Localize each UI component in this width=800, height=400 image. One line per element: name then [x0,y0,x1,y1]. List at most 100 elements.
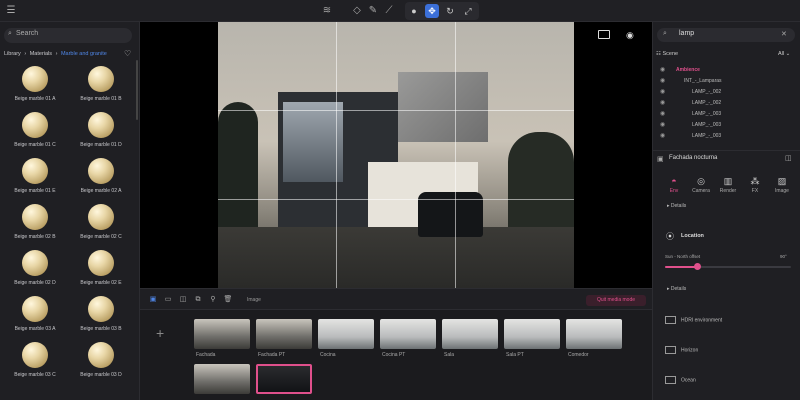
material-label: Beige marble 03 A [14,326,56,332]
slider-handle[interactable] [693,263,701,270]
visibility-icon[interactable]: ◉ [660,76,665,86]
material-item[interactable]: Beige marble 03 A [4,294,66,340]
material-item[interactable]: Beige marble 02 C [70,202,132,248]
environment-icon [665,376,676,384]
scene-tree-item[interactable]: ◉ Ambience [656,65,796,75]
shot-preview [194,319,250,349]
scene-tree-item[interactable]: ◉ INT_-_Lamparas [656,76,796,86]
shot-label: Cocina [320,352,336,358]
tag-icon[interactable]: ◇ [350,4,364,18]
visibility-icon[interactable]: ◉ [660,65,665,75]
material-item[interactable]: Beige marble 02 B [4,202,66,248]
environment-row[interactable]: Ocean [665,376,696,384]
shot-thumbnail[interactable]: Fachada [194,319,250,359]
search-icon: ⌕ [663,30,667,37]
render-preview[interactable] [218,22,574,288]
frame-icon[interactable] [598,30,610,39]
material-item[interactable]: Beige marble 01 C [4,110,66,156]
media-toolbar: ▣ ▭ ◫ ⧉ ⚲ 🗑 Image Quit media mode [140,288,652,310]
rotate-tool-icon[interactable]: ↻ [443,4,457,18]
environment-icon [665,346,676,354]
image-mode-icon[interactable]: ▣ [148,295,158,305]
shot-thumbnail[interactable]: Sala [442,319,498,359]
select-tool-icon[interactable]: ● [407,4,421,18]
material-item[interactable]: Beige marble 02 E [70,248,132,294]
sun-offset-slider[interactable] [665,266,791,268]
move-tool-icon[interactable]: ✥ [425,4,439,18]
visibility-icon[interactable]: ◉ [660,120,665,130]
material-item[interactable]: Beige marble 01 A [4,64,66,110]
visibility-icon[interactable]: ◉ [660,109,665,119]
visibility-icon[interactable]: ◉ [660,98,665,108]
location-pin-icon: ⦿ [666,232,674,241]
menu-icon[interactable]: ☰ [4,4,18,18]
material-label: Beige marble 03 C [14,372,56,378]
shot-thumbnail[interactable]: Cocina PT [380,319,436,359]
add-shot-icon[interactable]: + [156,325,164,341]
scene-tree-item[interactable]: ◉ LAMP_-_003 [656,120,796,130]
eye-icon[interactable]: ◉ [626,30,634,41]
tab-render[interactable]: ▥ Render [715,176,741,198]
tab-fx[interactable]: ⁂ FX [742,176,768,198]
material-item[interactable]: Beige marble 03 D [70,340,132,386]
details-toggle[interactable]: ▸ Details [667,286,686,292]
quit-media-mode-button[interactable]: Quit media mode [586,295,646,306]
shot-thumbnail[interactable] [256,364,312,400]
environment-row[interactable]: HDRI environment [665,316,722,324]
material-item[interactable]: Beige marble 03 C [4,340,66,386]
grid-line [218,110,574,111]
scene-search-input[interactable]: ⌕ lamp ✕ [657,28,795,42]
material-item[interactable]: Beige marble 01 D [70,110,132,156]
eyedropper-icon[interactable]: ⟋ [382,4,396,18]
shot-thumbnail[interactable] [194,364,250,400]
scene-tree-item[interactable]: ◉ LAMP_-_002 [656,98,796,108]
favorite-icon[interactable]: ♡ [124,49,131,58]
tab-camera[interactable]: ◎ Camera [688,176,714,198]
shot-thumbnail[interactable]: Comedor [566,319,622,359]
sequence-icon[interactable]: ⧉ [193,295,203,305]
visibility-icon[interactable]: ◉ [660,131,665,141]
scale-tool-icon[interactable]: ⤢ [461,4,475,18]
breadcrumb: Library › Materials › Marble and granite [4,51,109,57]
split-view-icon[interactable]: ◫ [785,154,792,162]
details-toggle[interactable]: ▸ Details [667,203,686,209]
material-label: Beige marble 01 B [80,96,122,102]
layers-icon[interactable]: ≋ [320,4,334,18]
visibility-icon[interactable]: ◉ [660,87,665,97]
shot-thumbnail[interactable]: Cocina [318,319,374,359]
video-mode-icon[interactable]: ▭ [163,295,173,305]
library-scrollbar[interactable] [136,60,138,120]
shot-thumbnail[interactable]: Sala PT [504,319,560,359]
material-item[interactable]: Beige marble 02 A [70,156,132,202]
shot-thumbnail[interactable]: Fachada PT [256,319,312,359]
brush-icon[interactable]: ✎ [366,4,380,18]
scene-tree-item[interactable]: ◉ LAMP_-_002 [656,87,796,97]
search-input[interactable]: ⌕ Search [4,28,132,43]
scene-filter-dropdown[interactable]: All ⌄ [778,51,790,57]
clear-search-icon[interactable]: ✕ [781,30,787,38]
tab-env[interactable]: ◓ Env [661,176,687,198]
crumb-materials[interactable]: Materials [30,51,52,57]
material-item[interactable]: Beige marble 01 B [70,64,132,110]
scene-tree-item[interactable]: ◉ LAMP_-_003 [656,109,796,119]
delete-icon[interactable]: 🗑 [223,295,233,305]
material-preview [22,342,48,368]
scene-tree-label: Ambience [676,67,700,73]
crumb-library[interactable]: Library [4,51,21,57]
material-item[interactable]: Beige marble 01 E [4,156,66,202]
tab-label: Render [719,188,737,194]
tab-image[interactable]: ▨ Image [769,176,795,198]
tab-icon: ◓ [671,176,677,186]
shot-label: Sala PT [506,352,524,358]
shot-label: Comedor [568,352,589,358]
walk-icon[interactable]: ⚲ [208,295,218,305]
shot-label: Fachada [196,352,216,358]
environment-label: HDRI environment [681,317,723,324]
scene-tree-item[interactable]: ◉ LAMP_-_003 [656,131,796,141]
material-label: Beige marble 02 D [14,280,56,286]
environment-row[interactable]: Horizon [665,346,698,354]
panorama-mode-icon[interactable]: ◫ [178,295,188,305]
crumb-marble-and-granite[interactable]: Marble and granite [61,51,107,57]
material-item[interactable]: Beige marble 03 B [70,294,132,340]
material-item[interactable]: Beige marble 02 D [4,248,66,294]
